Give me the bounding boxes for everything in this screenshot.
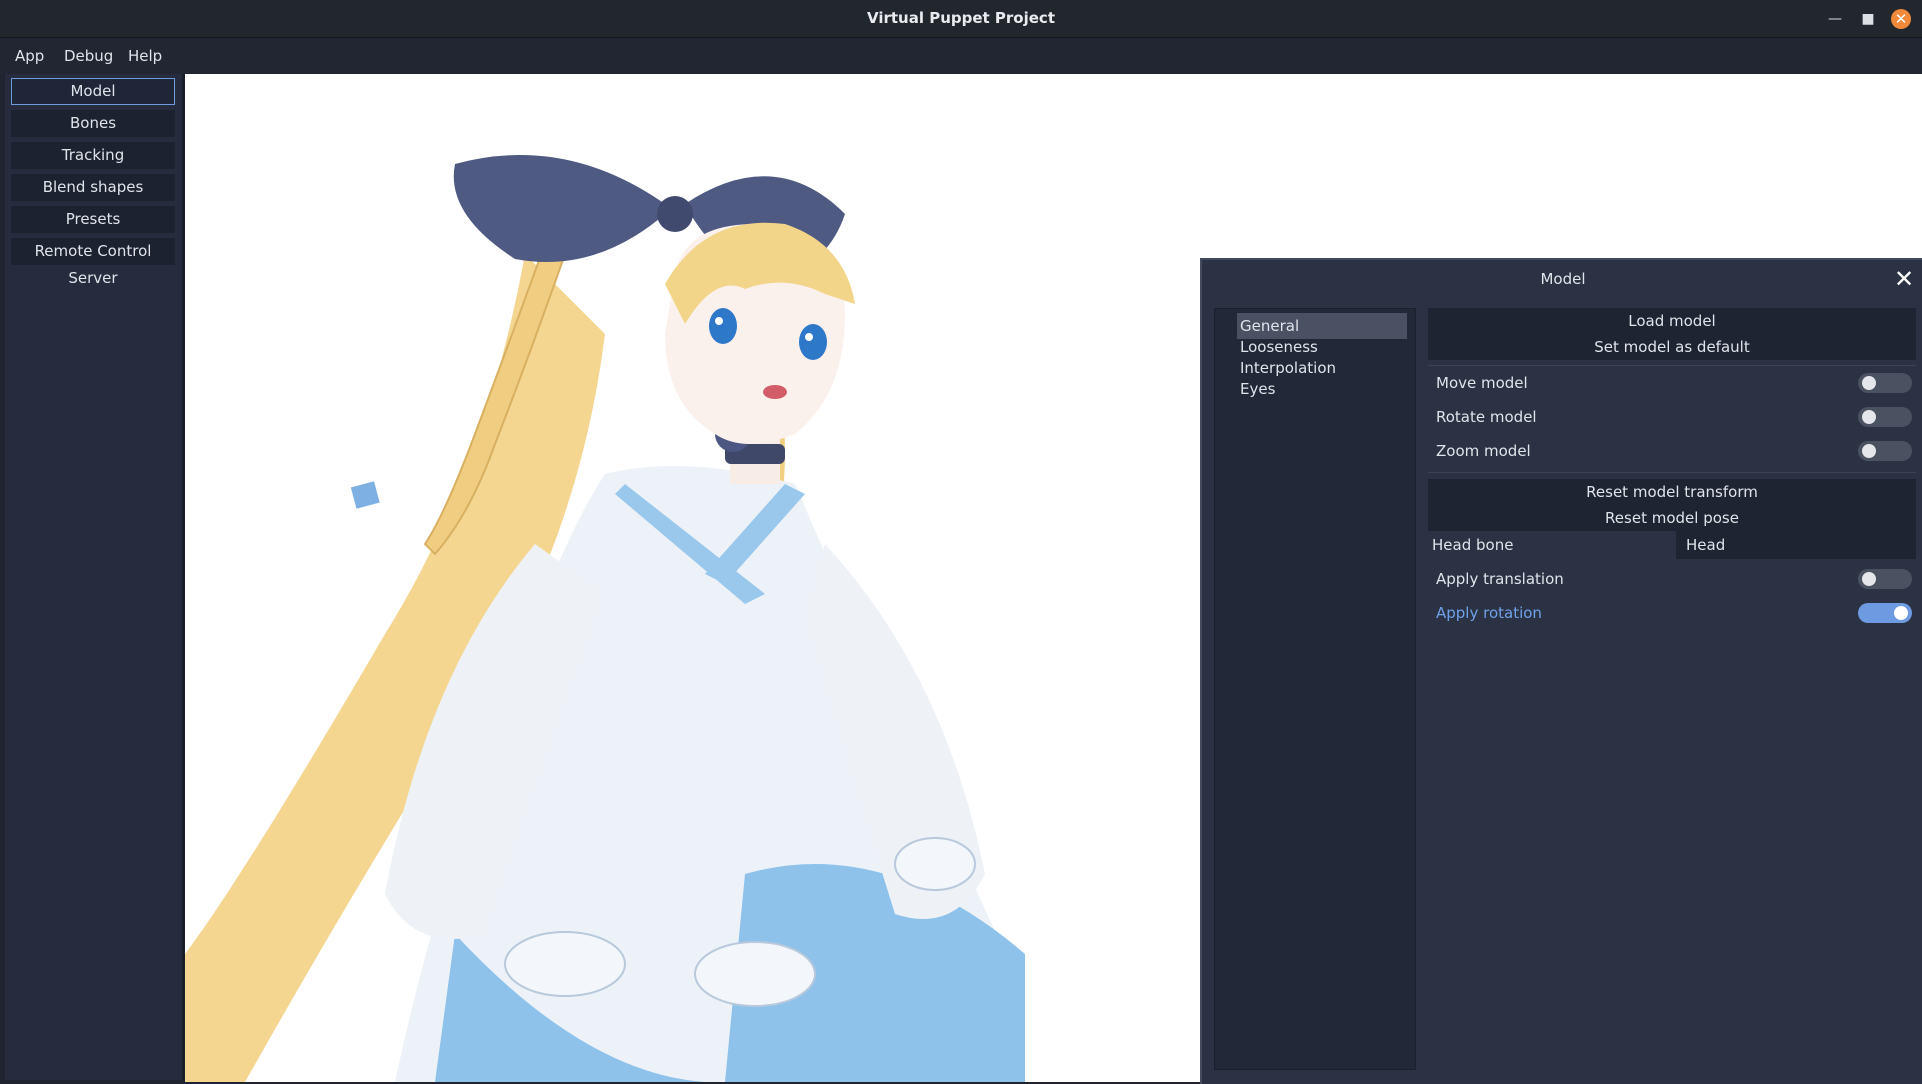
sidebar-button-bones[interactable]: Bones — [11, 110, 175, 137]
menu-bar: App Debug Help — [0, 38, 1922, 74]
window-title: Virtual Puppet Project — [866, 9, 1055, 27]
tree-item-eyes[interactable]: Eyes — [1237, 376, 1407, 402]
menu-app[interactable]: App — [15, 38, 44, 74]
apply-rotation-row: Apply rotation — [1436, 596, 1912, 630]
title-bar: Virtual Puppet Project — ■ ✕ — [0, 0, 1922, 38]
apply-translation-row: Apply translation — [1436, 562, 1912, 596]
rotate-model-label: Rotate model — [1436, 408, 1537, 426]
rotate-model-row: Rotate model — [1436, 400, 1912, 434]
zoom-model-toggle[interactable] — [1858, 441, 1912, 461]
menu-help[interactable]: Help — [128, 38, 162, 74]
sidebar-button-model[interactable]: Model — [11, 78, 175, 105]
head-bone-label: Head bone — [1432, 536, 1514, 554]
settings-tree: General Looseness Interpolation Eyes — [1214, 308, 1416, 1070]
minimize-icon[interactable]: — — [1825, 9, 1845, 29]
close-icon[interactable]: ✕ — [1892, 267, 1916, 291]
move-model-row: Move model — [1436, 366, 1912, 400]
divider — [1428, 472, 1916, 473]
move-model-label: Move model — [1436, 374, 1528, 392]
reset-model-pose-button[interactable]: Reset model pose — [1428, 505, 1916, 531]
move-model-toggle[interactable] — [1858, 373, 1912, 393]
rotate-model-toggle[interactable] — [1858, 407, 1912, 427]
left-sidebar: Model Bones Tracking Blend shapes Preset… — [5, 74, 185, 1080]
sidebar-button-presets[interactable]: Presets — [11, 206, 175, 233]
sidebar-button-blend-shapes[interactable]: Blend shapes — [11, 174, 175, 201]
head-bone-row: Head bone Head — [1428, 531, 1916, 559]
maximize-icon[interactable]: ■ — [1858, 9, 1878, 29]
set-default-model-button[interactable]: Set model as default — [1428, 334, 1916, 360]
head-bone-field[interactable]: Head — [1676, 531, 1916, 559]
zoom-model-row: Zoom model — [1436, 434, 1912, 468]
sidebar-button-tracking[interactable]: Tracking — [11, 142, 175, 169]
menu-debug[interactable]: Debug — [64, 38, 113, 74]
apply-rotation-label: Apply rotation — [1436, 604, 1542, 622]
panel-title: Model — [1540, 270, 1586, 288]
apply-translation-label: Apply translation — [1436, 570, 1564, 588]
sidebar-button-remote-control-server[interactable]: Remote Control Server — [11, 238, 175, 287]
apply-rotation-toggle[interactable] — [1858, 603, 1912, 623]
close-window-icon[interactable]: ✕ — [1891, 9, 1911, 29]
zoom-model-label: Zoom model — [1436, 442, 1531, 460]
model-panel: Model ✕ General Looseness Interpolation … — [1200, 258, 1922, 1084]
reset-model-transform-button[interactable]: Reset model transform — [1428, 479, 1916, 505]
load-model-button[interactable]: Load model — [1428, 308, 1916, 334]
apply-translation-toggle[interactable] — [1858, 569, 1912, 589]
